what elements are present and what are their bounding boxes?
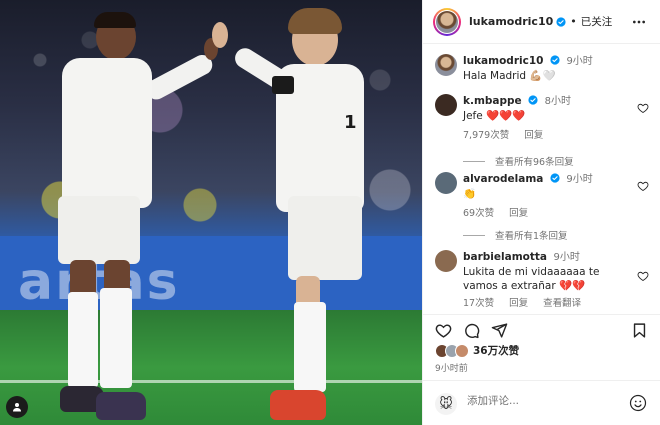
likes-row[interactable]: 36万次赞 [435, 343, 519, 358]
reply-button[interactable]: 回复 [524, 130, 543, 141]
likes-count[interactable]: 36万次赞 [473, 343, 519, 358]
tagged-people-icon[interactable] [6, 396, 28, 418]
separator-dot: • [570, 15, 577, 28]
comment-likes[interactable]: 7,979次赞 [463, 130, 509, 141]
replies-line [463, 160, 485, 162]
comment-username[interactable]: barbielamotta [463, 251, 547, 263]
comment-text: Jefe ❤️❤️❤️ [463, 110, 526, 122]
liker-avatar [455, 343, 469, 358]
heart-icon[interactable] [435, 322, 452, 339]
current-user-avatar: 🐭 [435, 393, 457, 415]
comment-like-icon[interactable] [637, 180, 649, 192]
comment-meta: 7,979次赞 回复 [463, 129, 633, 143]
comment-like-icon[interactable] [637, 102, 649, 114]
comment-item: barbielamotta 9小时 Lukita de mi vidaaaaaa… [423, 250, 660, 312]
reply-button[interactable]: 回复 [509, 208, 528, 219]
view-replies-button[interactable]: 查看所有1条回复 [463, 228, 568, 242]
comment-icon[interactable] [463, 322, 480, 339]
caption-time: 9小时 [566, 56, 593, 67]
add-comment-input[interactable] [467, 395, 617, 407]
more-options-icon[interactable] [631, 14, 647, 30]
caption-username[interactable]: lukamodric10 [463, 55, 543, 67]
comment-likes[interactable]: 69次赞 [463, 208, 494, 219]
view-replies-button[interactable]: 查看所有96条回复 [463, 154, 574, 168]
comment-username[interactable]: alvarodelama [463, 173, 543, 185]
verified-badge-icon [528, 95, 538, 105]
post-photo[interactable]: artas 9 1 [0, 0, 422, 425]
comment-username[interactable]: k.mbappe [463, 95, 522, 107]
share-icon[interactable] [491, 322, 508, 339]
emoji-icon[interactable] [629, 394, 647, 412]
comment-avatar[interactable] [435, 94, 457, 116]
comment-likes[interactable]: 17次赞 [463, 298, 494, 309]
comment-like-icon[interactable] [637, 270, 649, 282]
replies-line [463, 234, 485, 236]
comment-meta: 17次赞 回复 查看翻译 [463, 297, 633, 311]
caption-row: lukamodric10 9小时 Hala Madrid 💪🏼🤍 [423, 54, 660, 94]
pitch-line [0, 380, 422, 383]
post-header: lukamodric10 • 已关注 [423, 0, 660, 44]
posted-time: 9小时前 [435, 364, 468, 374]
caption-avatar[interactable] [435, 54, 457, 76]
caption-text: Hala Madrid 💪🏼🤍 [463, 70, 556, 82]
author-avatar[interactable] [433, 7, 461, 36]
view-replies-label: 查看所有96条回复 [495, 157, 574, 168]
comment-item: alvarodelama 9小时 👏 69次赞 回复 查看所有1条回复 [423, 172, 660, 248]
verified-badge-icon [550, 55, 560, 65]
instagram-post-view: artas 9 1 [0, 0, 660, 425]
comment-item: k.mbappe 8小时 Jefe ❤️❤️❤️ 7,979次赞 回复 查看所有… [423, 94, 660, 170]
view-replies-label: 查看所有1条回复 [495, 231, 568, 242]
add-comment-row: 🐭 [423, 380, 660, 425]
comment-avatar[interactable] [435, 172, 457, 194]
comment-avatar[interactable] [435, 250, 457, 272]
post-side-panel: lukamodric10 • 已关注 lukamodric10 9小时 Hala… [422, 0, 660, 425]
bookmark-icon[interactable] [631, 322, 648, 339]
comment-time: 9小时 [566, 174, 593, 185]
comment-time: 9小时 [553, 252, 580, 263]
comment-text: 👏 [463, 188, 477, 200]
comment-text: Lukita de mi vidaaaaaa te vamos a extrañ… [463, 266, 600, 292]
comment-time: 8小时 [544, 96, 572, 107]
comment-meta: 69次赞 回复 [463, 207, 633, 221]
follow-status-button[interactable]: 已关注 [581, 14, 613, 29]
reply-button[interactable]: 回复 [509, 298, 528, 309]
post-actions-bar [423, 314, 660, 344]
translate-button[interactable]: 查看翻译 [543, 298, 581, 309]
author-username[interactable]: lukamodric10 [469, 15, 553, 28]
verified-badge-icon [556, 16, 566, 27]
verified-badge-icon [550, 173, 560, 183]
